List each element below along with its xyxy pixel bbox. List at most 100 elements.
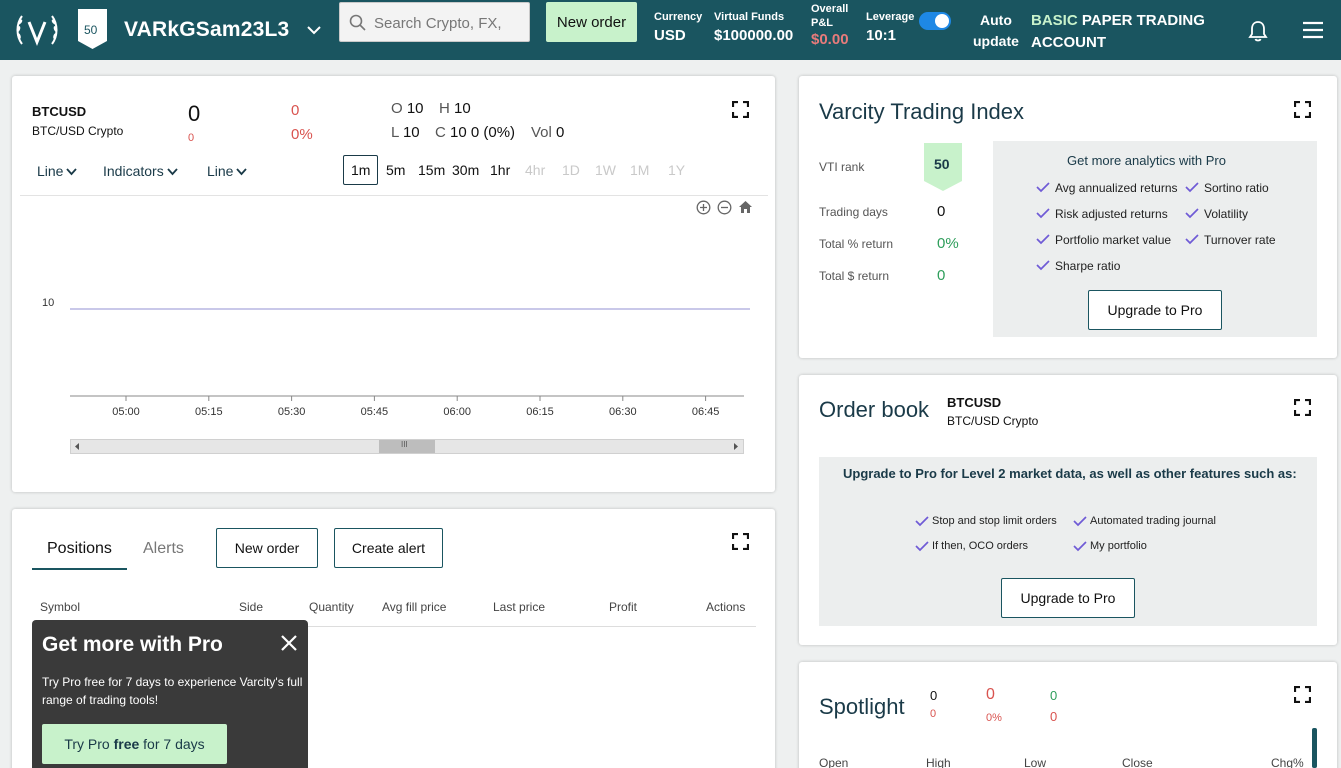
try-pro-button[interactable]: Try Pro free for 7 days [42, 724, 227, 764]
varsity-laurel-logo-icon[interactable] [14, 10, 60, 50]
col-profit: Profit [609, 600, 638, 614]
expand-icon[interactable] [1294, 101, 1311, 118]
timeframe-15m[interactable]: 15m [418, 162, 445, 178]
spotlight-scrollbar[interactable] [1312, 728, 1317, 768]
order-book-upgrade-button[interactable]: Upgrade to Pro [1001, 578, 1135, 618]
leverage-value: 10:1 [866, 27, 897, 44]
expand-icon[interactable] [1294, 686, 1311, 703]
timeframe-1m[interactable]: 1m [343, 155, 379, 185]
spotlight-col-open: Open [819, 756, 849, 768]
chart-price: 0 [188, 101, 201, 126]
virtual-funds-label: Virtual Funds [714, 11, 785, 23]
create-alert-button[interactable]: Create alert [334, 528, 443, 568]
feature-item: Sortino ratio [1185, 181, 1269, 195]
total-pct-return-value: 0% [937, 235, 959, 252]
leverage-toggle[interactable] [919, 12, 951, 30]
search-input[interactable] [374, 11, 524, 35]
timeframe-1y: 1Y [668, 162, 686, 178]
feature-label: Turnover rate [1204, 233, 1276, 247]
top-header: 50 VARkGSam23L3 New order Currency USD V… [0, 0, 1341, 60]
timeframe-1hr[interactable]: 1hr [490, 162, 510, 178]
check-icon [1036, 182, 1050, 193]
bell-icon[interactable] [1248, 20, 1268, 42]
auto-update-toggle[interactable]: Auto update [973, 10, 1019, 52]
timeframe-1mo: 1M [630, 162, 650, 178]
chart-type-dropdown[interactable]: Line [37, 163, 78, 179]
feature-item: Sharpe ratio [1036, 259, 1120, 273]
timeframe-30m[interactable]: 30m [452, 162, 479, 178]
home-icon[interactable] [738, 200, 753, 214]
promo-title: Get more with Pro [42, 633, 223, 656]
check-icon [915, 541, 929, 552]
x-tick-label: 05:00 [112, 406, 140, 418]
virtual-funds-value: $100000.00 [714, 27, 794, 44]
new-order-button[interactable]: New order [546, 2, 637, 42]
x-tick-label: 06:30 [609, 406, 637, 418]
vti-rank-label: VTI rank [819, 160, 865, 174]
scroll-right-icon[interactable] [732, 442, 740, 451]
leverage-stat: Leverage 10:1 [866, 11, 914, 44]
pnl-value: $0.00 [811, 31, 849, 48]
close-icon[interactable] [280, 634, 298, 652]
ohlc-high-value: 10 [454, 100, 471, 117]
spotlight-col-high: High [926, 756, 951, 768]
spotlight-change-pct: 0% [986, 712, 1002, 724]
chevron-down-icon [66, 168, 78, 176]
search-box[interactable] [339, 2, 530, 42]
menu-icon[interactable] [1302, 21, 1324, 39]
timeframe-1w: 1W [595, 162, 616, 178]
scroll-thumb[interactable]: III [379, 440, 435, 453]
expand-icon[interactable] [732, 101, 749, 118]
feature-item: Stop and stop limit orders [915, 515, 1057, 527]
search-icon [349, 14, 366, 31]
expand-icon[interactable] [1294, 399, 1311, 416]
trading-days-value: 0 [937, 203, 946, 220]
indicators-dropdown[interactable]: Indicators [103, 163, 178, 179]
check-icon [1073, 541, 1087, 552]
positions-new-order-button[interactable]: New order [216, 528, 318, 568]
auto-update-label-1: Auto [980, 12, 1012, 28]
chart-symbol-desc: BTC/USD Crypto [32, 124, 124, 138]
username[interactable]: VARkGSam23L3 [124, 18, 289, 42]
total-dollar-return-label: Total $ return [819, 269, 890, 283]
ohlc-close-label: C [435, 124, 446, 141]
ohlc-open: O 10 [391, 100, 424, 117]
x-tick-label: 06:45 [692, 406, 720, 418]
pro-promo-popup: Get more with Pro Try Pro free for 7 day… [32, 620, 308, 768]
y-tick-label: 10 [42, 297, 54, 309]
virtual-funds-stat: Virtual Funds $100000.00 [714, 11, 793, 44]
tab-positions[interactable]: Positions [47, 540, 112, 558]
timeframe-5m[interactable]: 5m [386, 162, 405, 178]
account-type-label-1: PAPER TRADING [1081, 12, 1205, 29]
pnl-label-1: Overall [811, 3, 849, 15]
spotlight-value-b: 0 [1050, 709, 1058, 724]
tab-alerts[interactable]: Alerts [143, 540, 184, 558]
feature-item: Risk adjusted returns [1036, 207, 1168, 221]
vti-upgrade-button[interactable]: Upgrade to Pro [1088, 290, 1222, 330]
try-pro-post: for 7 days [143, 736, 205, 752]
vti-rank-value: 50 [934, 156, 950, 172]
scroll-left-icon[interactable] [73, 442, 81, 451]
price-chart[interactable]: 10 05:00 05:15 05:30 05:45 06:00 06:15 06:30 06… [20, 280, 760, 430]
feature-label: Automated trading journal [1090, 515, 1216, 527]
timeframe-1d: 1D [562, 162, 580, 178]
spotlight-value-a: 0 [1050, 688, 1058, 703]
ohlc-high-label: H [439, 100, 450, 117]
check-icon [1036, 208, 1050, 219]
ohlc-close-value: 10 0 (0%) [450, 124, 516, 141]
chevron-down-icon [167, 168, 178, 176]
feature-label: If then, OCO orders [932, 540, 1028, 552]
drawing-dropdown[interactable]: Line [207, 163, 248, 179]
zoom-out-icon[interactable] [717, 200, 732, 215]
zoom-in-icon[interactable] [696, 200, 711, 215]
col-last-price: Last price [493, 600, 546, 614]
chart-change-pct: 0% [291, 126, 313, 143]
timeframe-4hr: 4hr [525, 162, 546, 178]
x-tick-label: 05:45 [361, 406, 389, 418]
chevron-down-icon[interactable] [306, 22, 322, 38]
expand-icon[interactable] [732, 533, 749, 550]
feature-item: Automated trading journal [1073, 515, 1216, 527]
feature-item: My portfolio [1073, 540, 1147, 552]
feature-label: Avg annualized returns [1055, 181, 1178, 195]
chart-scrollbar[interactable]: III [70, 439, 744, 454]
